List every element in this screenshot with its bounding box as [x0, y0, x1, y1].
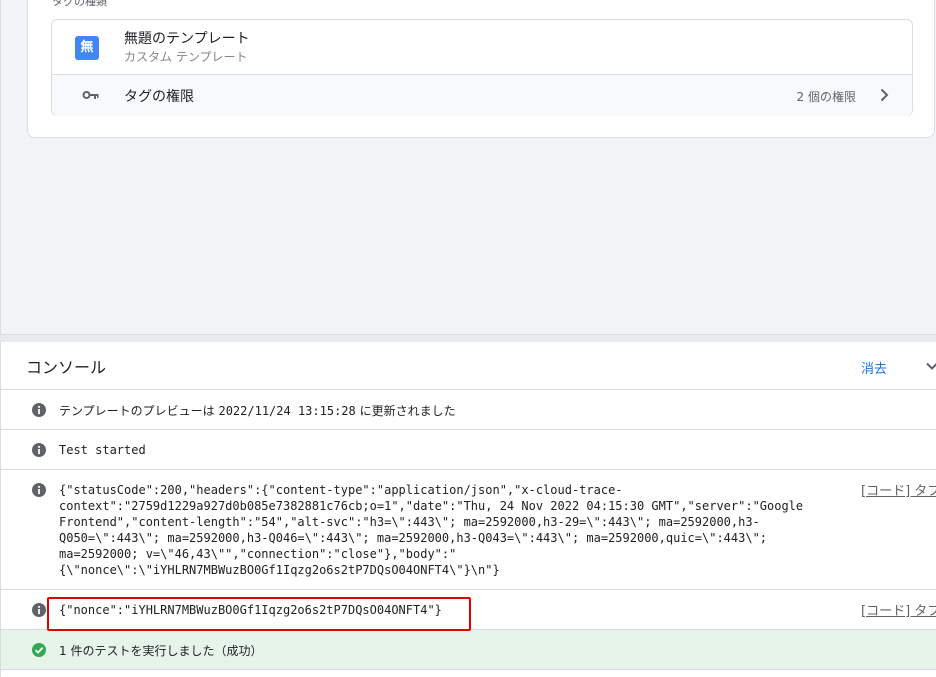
template-row: 無 無題のテンプレート カスタム テンプレート — [52, 20, 912, 75]
info-icon — [32, 403, 46, 417]
template-title: 無題のテンプレート — [124, 31, 250, 47]
console-header: コンソール 消去 — [1, 342, 936, 390]
permissions-label: タグの権限 — [124, 89, 194, 105]
log-text: Test started — [59, 443, 146, 457]
log-entry: {"nonce":"iYHLRN7MBWuzBO0Gf1Iqzg2o6s2tP7… — [1, 590, 936, 630]
log-json-nonce: {"nonce":"iYHLRN7MBWuzBO0Gf1Iqzg2o6s2tP7… — [59, 603, 442, 617]
tag-info-box: 無 無題のテンプレート カスタム テンプレート タグの権限 2 個の権限 — [51, 19, 913, 116]
check-circle-icon — [32, 643, 46, 657]
test-result-text: 1 件のテストを実行しました（成功） — [59, 644, 263, 658]
template-icon: 無 — [75, 36, 99, 60]
log-text: テンプレートのプレビューは 2022/11/24 13:15:28 に更新されま… — [59, 402, 456, 419]
info-icon — [32, 443, 46, 457]
panel-resize-handle[interactable] — [0, 334, 936, 342]
log-json-response: {"statusCode":200,"headers":{"content-ty… — [59, 483, 804, 577]
log-entry: {"statusCode":200,"headers":{"content-ty… — [1, 470, 936, 590]
permissions-count: 2 個の権限 — [796, 90, 856, 104]
template-subtitle: カスタム テンプレート — [124, 50, 248, 64]
log-timestamp: 2022/11/24 13:15:28 — [218, 404, 356, 418]
key-icon — [82, 91, 99, 99]
section-label: タグの種類 — [52, 0, 107, 8]
log-suffix: に更新されました — [355, 404, 456, 418]
source-link[interactable]: [コード] タブ — [861, 480, 936, 499]
editor-panel: タグの種類 無 無題のテンプレート カスタム テンプレート タグの権限 2 個の… — [0, 0, 936, 334]
console-panel: コンソール 消去 テンプレートのプレビューは 2022/11/24 13:15:… — [0, 342, 936, 677]
console-title: コンソール — [26, 358, 107, 377]
chevron-down-icon[interactable] — [925, 359, 936, 373]
clear-console-button[interactable]: 消去 — [861, 358, 887, 377]
tag-permissions-row[interactable]: タグの権限 2 個の権限 — [52, 75, 912, 116]
info-icon — [32, 483, 46, 497]
log-entry: Test started — [1, 430, 936, 470]
source-link[interactable]: [コード] タブ — [861, 600, 936, 619]
log-prefix: テンプレートのプレビューは — [59, 404, 219, 418]
test-result-row: 1 件のテストを実行しました（成功） — [1, 630, 936, 670]
info-icon — [32, 603, 46, 617]
log-entry: テンプレートのプレビューは 2022/11/24 13:15:28 に更新されま… — [1, 390, 936, 430]
chevron-right-icon — [880, 88, 889, 102]
tag-type-card: タグの種類 無 無題のテンプレート カスタム テンプレート タグの権限 2 個の… — [27, 0, 935, 138]
